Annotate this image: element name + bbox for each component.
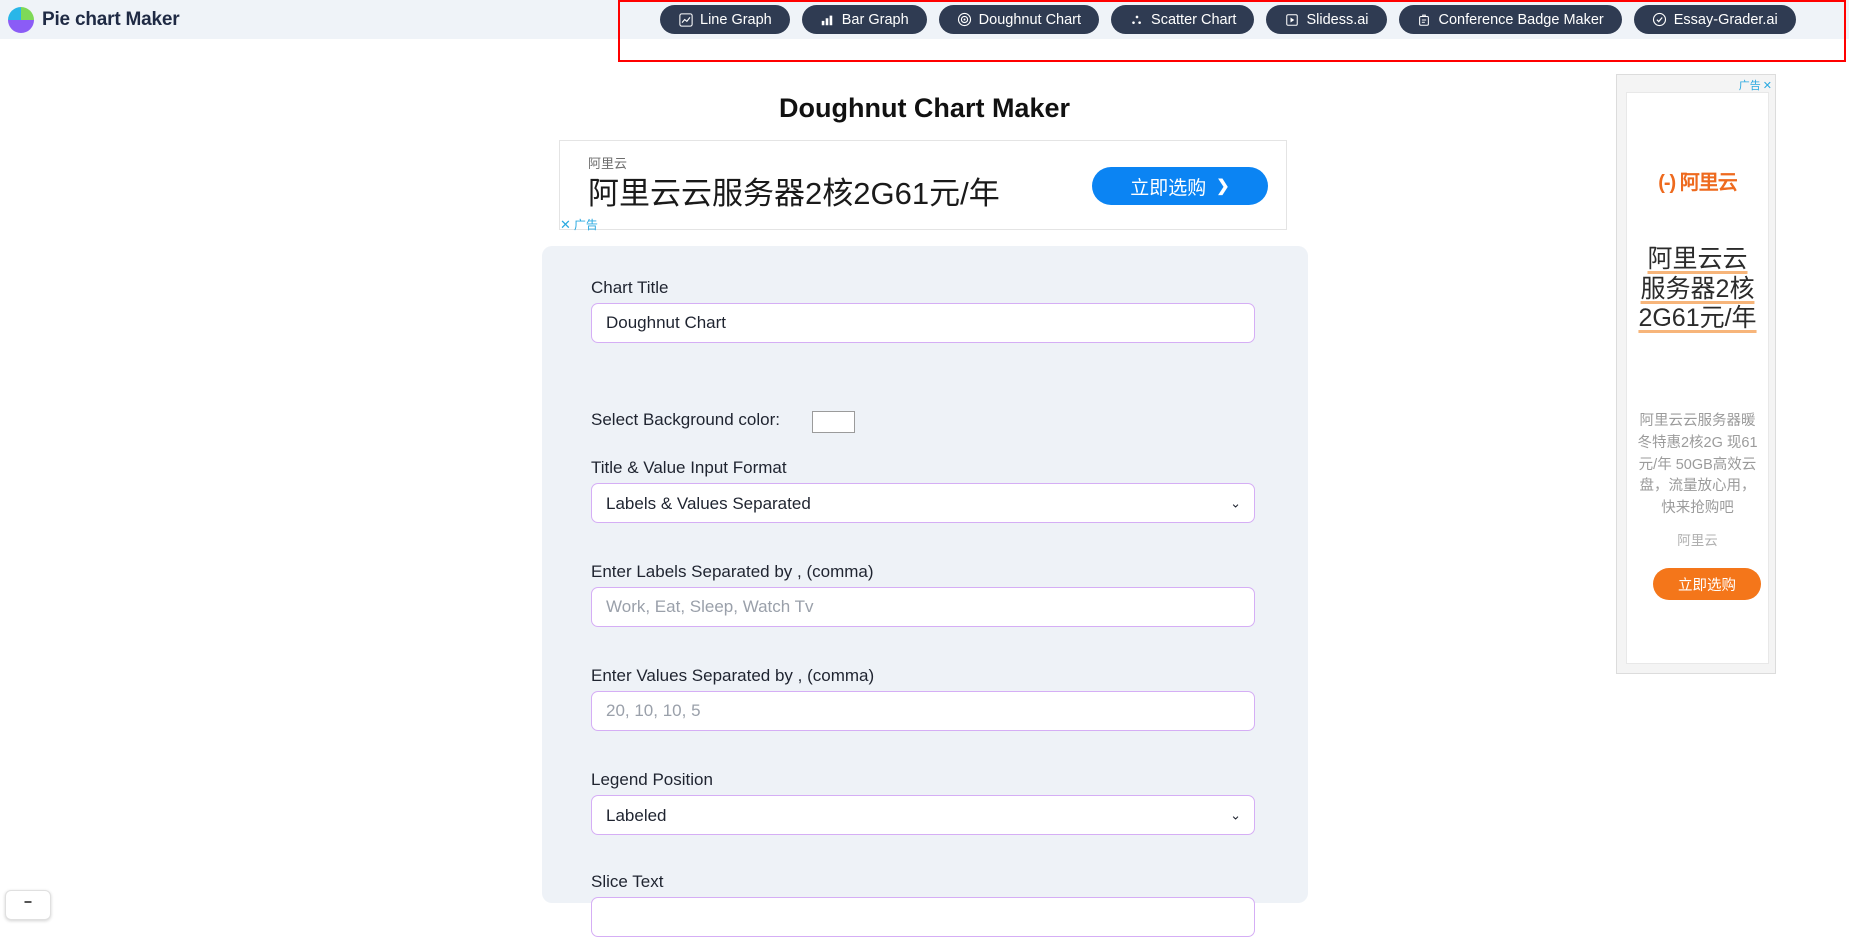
leaderboard-ad-cta-button[interactable]: 立即选购 ❯ [1092,167,1268,205]
legend-position-select[interactable]: Labeled [591,795,1255,835]
ad-label-text: 广告 [573,218,598,232]
labels-input-label: Enter Labels Separated by , (comma) [591,562,874,581]
slide-play-icon [1284,12,1299,27]
nav-item-label: Essay-Grader.ai [1673,11,1778,28]
check-circle-icon [1652,12,1667,27]
nav-item-label: Doughnut Chart [978,11,1082,28]
nav-item-doughnut-chart[interactable]: Doughnut Chart [938,5,1100,34]
nav-buttons: Line Graph Bar Graph Doughnut Chart Scat… [660,5,1796,34]
nav-item-label: Slidess.ai [1306,11,1369,28]
brand-title: Pie chart Maker [42,8,180,30]
nav-item-bar-graph[interactable]: Bar Graph [801,5,927,34]
target-circle-icon [957,12,972,27]
nav-item-label: Line Graph [700,11,772,28]
bg-color-label: Select Background color: [591,410,780,429]
close-icon[interactable]: ✕ [1763,79,1772,92]
aliyun-logo-icon: (-) 阿里云 [1658,172,1738,194]
right-rail-ad-body: (-) 阿里云 阿里云云服务器2核2G61元/年 阿里云云服务器暖冬特惠2核2G… [1626,92,1769,664]
page-title: Doughnut Chart Maker [778,93,1070,123]
nav-item-label: Conference Badge Maker [1438,11,1604,28]
bar-chart-icon [820,12,835,27]
nav-item-label: Bar Graph [841,11,909,28]
values-input-label: Enter Values Separated by , (comma) [591,666,875,685]
leaderboard-ad-headline: 阿里云云服务器2核2G61元/年 [588,176,1000,211]
chevron-right-icon: ❯ [1216,178,1230,195]
chart-title-input[interactable] [591,303,1255,343]
leaderboard-ad-cta-label: 立即选购 [1130,177,1207,199]
values-input[interactable] [591,691,1255,731]
slice-text-input[interactable] [591,897,1255,937]
leaderboard-ad-label[interactable]: ✕ 广告 [560,216,598,233]
ad-label-text: 广告 [1738,80,1761,92]
nav-item-essay-grader-ai[interactable]: Essay-Grader.ai [1633,5,1796,34]
leaderboard-ad[interactable]: 阿里云 阿里云云服务器2核2G61元/年 立即选购 ❯ [559,140,1287,230]
input-format-label: Title & Value Input Format [591,458,787,477]
input-format-select-wrap: Labels & Values Separated ⌄ [591,483,1255,523]
input-format-select[interactable]: Labels & Values Separated [591,483,1255,523]
legend-position-label: Legend Position [591,770,713,789]
pie-chart-logo-icon [8,6,34,33]
line-chart-icon [678,12,693,27]
chart-title-label: Chart Title [591,278,669,297]
close-icon[interactable]: ✕ [560,217,571,233]
bottom-left-widget[interactable] [5,890,51,920]
right-rail-ad-cta-button[interactable]: 立即选购 [1653,568,1761,600]
nav-item-label: Scatter Chart [1151,11,1237,28]
badge-id-icon [1417,12,1432,27]
background-color-swatch[interactable] [812,411,855,433]
slice-text-label: Slice Text [591,872,664,891]
right-rail-ad[interactable]: 广告 ✕ (-) 阿里云 阿里云云服务器2核2G61元/年 阿里云云服务器暖冬特… [1616,74,1776,674]
nav-item-slidess-ai[interactable]: Slidess.ai [1266,5,1387,34]
brand[interactable]: Pie chart Maker [8,6,180,33]
right-rail-ad-headline: 阿里云云服务器2核2G61元/年 [1638,245,1757,332]
nav-item-scatter-chart[interactable]: Scatter Chart [1111,5,1255,34]
nav-item-line-graph[interactable]: Line Graph [660,5,790,34]
legend-position-select-wrap: Labeled ⌄ [591,795,1255,835]
nav-item-conference-badge-maker[interactable]: Conference Badge Maker [1398,5,1622,34]
scatter-dots-icon [1129,12,1144,27]
right-rail-ad-brand: 阿里云 [1677,533,1718,548]
right-rail-ad-cta-label: 立即选购 [1678,577,1736,594]
right-rail-ad-label[interactable]: 广告 ✕ [1739,77,1772,93]
right-rail-ad-description: 阿里云云服务器暖冬特惠2核2G 现61元/年 50GB高效云盘，流量放心用，快来… [1637,413,1758,516]
labels-input[interactable] [591,587,1255,627]
